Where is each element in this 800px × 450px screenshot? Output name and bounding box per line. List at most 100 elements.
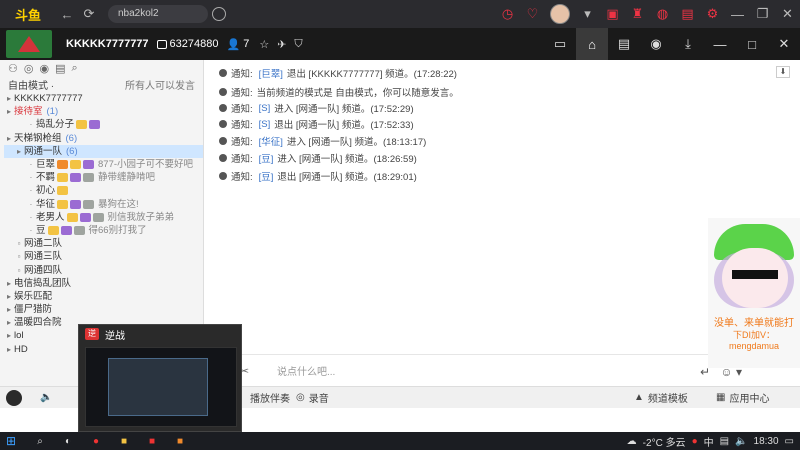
star-icon[interactable]: ☆ — [259, 38, 269, 51]
dropdown-icon[interactable]: ▾ — [575, 6, 600, 22]
message-user[interactable]: [S] — [259, 119, 271, 130]
app-logo[interactable]: 斗鱼 — [0, 0, 56, 28]
message-user[interactable]: [巨翠] — [259, 66, 283, 80]
tree-channel-row[interactable]: ▸ 娱乐匹配 — [4, 290, 203, 303]
message-user[interactable]: [豆] — [259, 169, 274, 183]
search-icon[interactable] — [212, 7, 226, 21]
user-badge-icon — [47, 225, 59, 235]
app3-icon[interactable]: ■ — [142, 433, 162, 449]
channel-template-button[interactable]: ▲ 频道模板 — [634, 390, 688, 405]
network-icon[interactable]: ▤ — [720, 436, 729, 447]
mic-avatar[interactable] — [6, 389, 22, 406]
search-taskbar-icon[interactable]: ⌕ — [30, 433, 50, 449]
settings-icon[interactable]: ⚙ — [700, 6, 725, 22]
record-button[interactable]: ◎ 录音 — [296, 390, 329, 405]
board-icon[interactable]: ▤ — [55, 62, 65, 75]
clock[interactable]: 18:30 — [754, 436, 779, 447]
panel-tabs: ⚇ ◎ ◉ ▤ ⌕ — [0, 60, 203, 76]
tree-channel-row[interactable]: ▫ 网通四队 — [4, 263, 203, 276]
message-prefix: 通知: — [231, 120, 253, 131]
mode-label[interactable]: 自由模式 · — [8, 77, 54, 92]
music-label: 播放伴奏 — [250, 394, 290, 405]
scroll-down-icon[interactable]: ⬇ — [776, 66, 790, 78]
weather-text[interactable]: -2°C 多云 — [643, 434, 686, 449]
plane-icon[interactable]: ✈ — [277, 38, 286, 51]
list-icon[interactable]: ▤ — [608, 28, 640, 60]
user-badge-icon — [57, 160, 69, 170]
close-window-icon[interactable]: ✕ — [768, 28, 800, 60]
history-icon[interactable]: ◷ — [495, 6, 520, 22]
message-prefix: 通知: — [231, 172, 253, 183]
tree-user-row[interactable]: · 豆 得66别打我了 — [4, 224, 203, 237]
tray-app-icon[interactable]: ● — [692, 436, 698, 447]
tree-channel-row[interactable]: ▫ 网通三队 — [4, 250, 203, 263]
tree-channel-row[interactable]: ▸ 接待室 (1) — [4, 105, 203, 118]
home-icon[interactable]: ⌂ — [576, 28, 608, 60]
heart-icon[interactable]: ♡ — [520, 6, 545, 22]
user-badge-icon — [79, 212, 91, 222]
tree-channel-row[interactable]: ▸ 僵尸猎防 — [4, 303, 203, 316]
gift-icon[interactable]: ▤ — [675, 6, 700, 22]
location-icon[interactable]: ◉ — [39, 62, 49, 75]
app2-icon[interactable]: ■ — [114, 433, 134, 449]
music-button[interactable]: 播放伴奏 — [250, 390, 290, 405]
info-icon — [219, 69, 227, 77]
expand-icon: ▫ — [17, 252, 21, 262]
tree-channel-row[interactable]: ▫ 网通二队 — [4, 237, 203, 250]
tree-label: lol — [14, 330, 24, 342]
back-icon[interactable]: ← — [56, 7, 78, 22]
maximize-icon[interactable]: □ — [736, 28, 768, 60]
address-bar[interactable]: nba2kol2 — [108, 5, 208, 23]
message-user[interactable]: [华征] — [259, 134, 283, 148]
user-badge-icon — [57, 173, 69, 183]
message-user[interactable]: [S] — [259, 103, 271, 114]
tree-label: 老男人 — [36, 211, 65, 223]
app1-icon[interactable]: ● — [86, 433, 106, 449]
minimize-icon[interactable]: — — [725, 7, 750, 22]
preview-thumbnail[interactable] — [85, 347, 237, 427]
notification-icon[interactable]: ▭ — [785, 436, 794, 447]
tree-channel-row[interactable]: ▸ 网通一队 (6) — [4, 144, 203, 158]
message-icon[interactable]: ◍ — [650, 6, 675, 22]
tree-user-row[interactable]: · 捣乱分子 — [4, 118, 203, 131]
user-badge-icon — [83, 173, 95, 183]
people-icon[interactable]: ⚇ — [8, 62, 18, 75]
message-prefix: 通知: — [231, 154, 253, 165]
user-badge-icon — [70, 173, 82, 183]
gamepad-icon[interactable]: ◉ — [640, 28, 672, 60]
tree-user-row[interactable]: · 华征 暴狗在这! — [4, 198, 203, 211]
tree-channel-row[interactable]: ▸ 电信捣乱团队 — [4, 277, 203, 290]
collapse-icon[interactable]: ⤓ — [672, 28, 704, 60]
refresh-icon[interactable]: ⟳ — [78, 6, 100, 22]
lang-indicator[interactable]: 中 — [704, 434, 714, 449]
volume-icon[interactable]: 🔈 — [735, 436, 747, 447]
windows-start-icon[interactable]: ⊞ — [6, 434, 16, 448]
task-view-icon[interactable]: ◐ — [58, 433, 78, 449]
tree-user-row[interactable]: · 不羁 静带缠静啃吧 — [4, 171, 203, 184]
taskbar-preview[interactable]: 逆 逆战 — [78, 324, 242, 432]
expand-icon: ▸ — [6, 94, 11, 104]
chat-icon[interactable]: ◎ — [24, 62, 34, 75]
minimize-window-icon[interactable]: — — [704, 28, 736, 60]
message-user[interactable]: [豆] — [259, 151, 274, 165]
app-center-button[interactable]: ▦ 应用中心 — [716, 390, 769, 405]
search-panel-icon[interactable]: ⌕ — [72, 62, 78, 75]
tree-user-row[interactable]: · 老男人 别信我放子弟弟 — [4, 211, 203, 224]
app4-icon[interactable]: ■ — [170, 433, 190, 449]
tree-user-row[interactable]: · 初心 — [4, 184, 203, 197]
user-signature: 得66别打我了 — [88, 224, 147, 236]
chat-message: 通知: [S] 退出 [网通一队] 频道。(17:52:33) — [219, 117, 414, 131]
shirt-icon[interactable]: ♜ — [625, 6, 650, 22]
shield-icon[interactable]: ⛉ — [294, 38, 302, 51]
tree-user-row[interactable]: · 巨翠 877-小园子可不要好吧 — [4, 158, 203, 171]
close-icon[interactable]: ✕ — [775, 6, 800, 22]
calendar-icon[interactable]: ▣ — [600, 6, 625, 22]
tree-channel-row[interactable]: ▸ 天梯钢枪组 (6) — [4, 132, 203, 145]
tree-channel-row[interactable]: ▸ KKKKK7777777 — [4, 92, 203, 105]
chat-input[interactable]: 说点什么吧... — [277, 363, 335, 378]
user-avatar[interactable] — [550, 4, 570, 24]
speaker-icon[interactable]: 🔈 — [40, 392, 52, 403]
user-status-icon: · — [29, 225, 33, 235]
video-icon[interactable]: ▭ — [544, 28, 576, 60]
restore-icon[interactable]: ❐ — [750, 6, 775, 22]
